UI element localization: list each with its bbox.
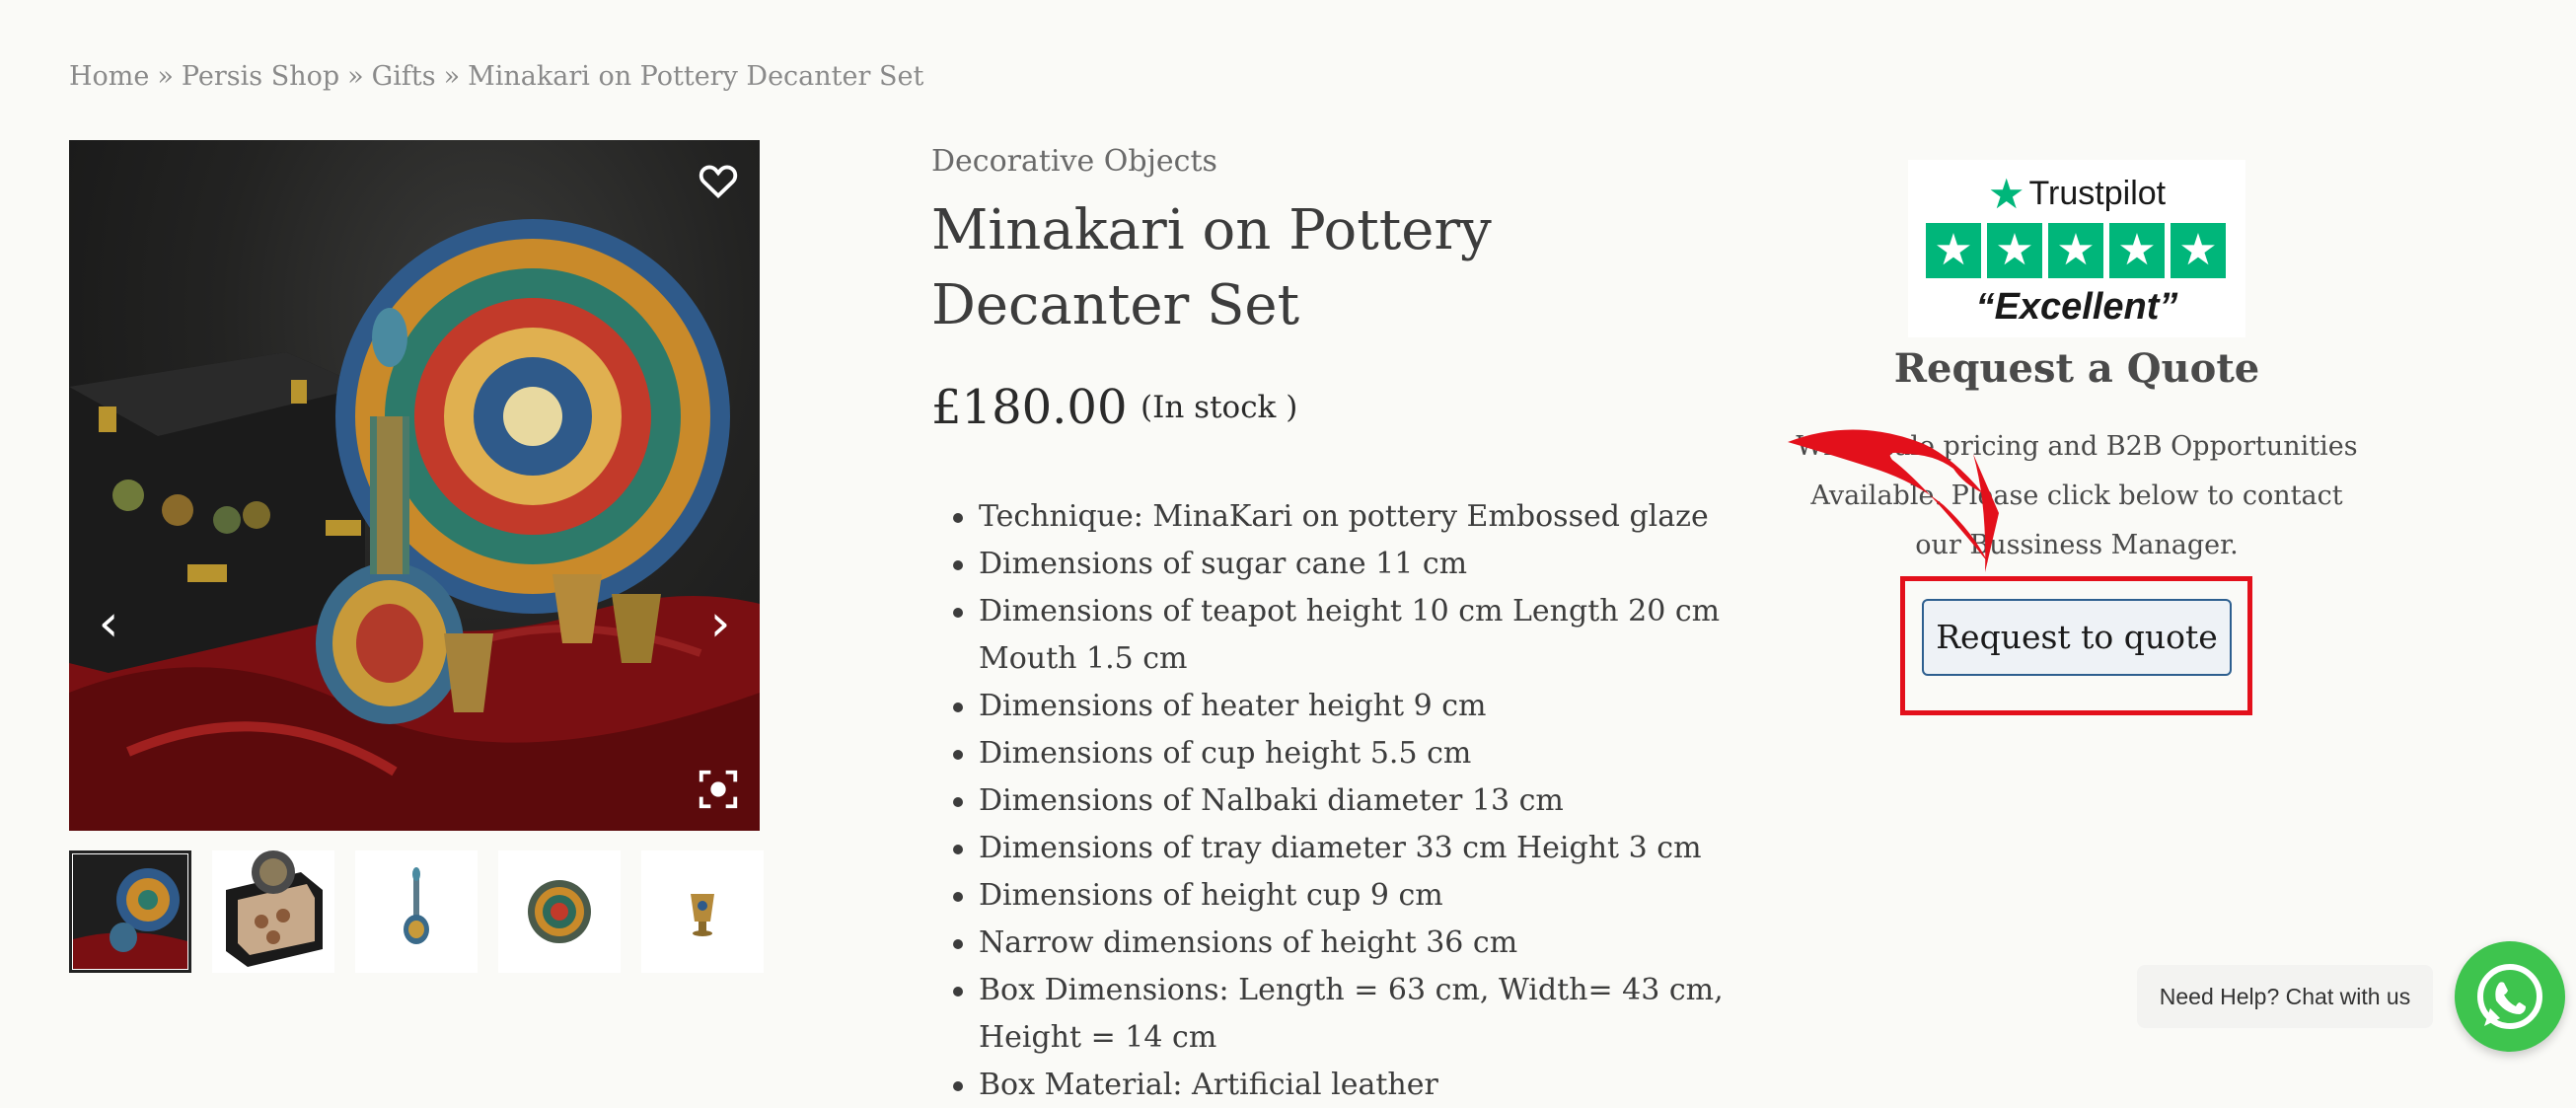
breadcrumb-current: Minakari on Pottery Decanter Set	[468, 61, 924, 92]
breadcrumb-separator: »	[157, 61, 174, 92]
star-icon: ★	[1926, 223, 1981, 278]
spec-item: Dimensions of Nalbaki diameter 13 cm	[953, 777, 1729, 825]
annotation-arrow	[1788, 429, 1999, 572]
thumbnail-1[interactable]	[69, 850, 191, 973]
chat-help-label[interactable]: Need Help? Chat with us	[2137, 965, 2433, 1028]
spec-item: Dimensions of height cup 9 cm	[953, 872, 1729, 920]
request-quote-button[interactable]: Request to quote	[1922, 599, 2232, 676]
trustpilot-logo: ★ Trustpilot	[1908, 170, 2245, 218]
spec-item: Dimensions of cup height 5.5 cm	[953, 730, 1729, 777]
trustpilot-brand: Trustpilot	[2028, 175, 2167, 212]
spec-item: Box Dimensions: Length = 63 cm, Width= 4…	[953, 967, 1729, 1062]
product-category[interactable]: Decorative Objects	[931, 144, 1217, 179]
product-price: £180.00	[931, 380, 1128, 435]
stock-status: (In stock )	[1141, 390, 1298, 425]
product-main-image[interactable]: ‹ ›	[69, 140, 760, 831]
heart-icon[interactable]	[696, 158, 741, 203]
spec-item: Dimensions of heater height 9 cm	[953, 683, 1729, 730]
breadcrumb-gifts[interactable]: Gifts	[372, 61, 436, 92]
thumbnail-4[interactable]	[498, 850, 621, 973]
product-specs-list: Technique: MinaKari on pottery Embossed …	[953, 493, 1729, 1108]
breadcrumb: Home» Persis Shop» Gifts» Minakari on Potte…	[69, 61, 923, 92]
spec-item: Technique: MinaKari on pottery Embossed …	[953, 493, 1729, 541]
thumbnail-5[interactable]	[641, 850, 764, 973]
product-photo	[69, 219, 760, 831]
breadcrumb-separator: »	[443, 61, 461, 92]
product-title: Minakari on Pottery Decanter Set	[931, 198, 1492, 337]
spec-item: Dimensions of sugar cane 11 cm	[953, 541, 1729, 588]
spec-item: Narrow dimensions of height 36 cm	[953, 920, 1729, 967]
breadcrumb-separator: »	[347, 61, 364, 92]
star-icon: ★	[1987, 223, 2042, 278]
breadcrumb-persis-shop[interactable]: Persis Shop	[182, 61, 339, 92]
star-icon: ★	[2048, 223, 2103, 278]
star-icon: ★	[2109, 223, 2165, 278]
trustpilot-star-icon: ★	[1987, 171, 2025, 217]
trustpilot-rating: “Excellent”	[1975, 286, 2178, 328]
star-icon: ★	[2171, 223, 2226, 278]
trustpilot-badge[interactable]: ★ Trustpilot ★ ★ ★ ★ ★ “Excellent”	[1908, 160, 2245, 337]
spec-item: Dimensions of tray diameter 33 cm Height…	[953, 825, 1729, 872]
thumbnail-2[interactable]	[212, 850, 334, 973]
thumbnail-3[interactable]	[355, 850, 478, 973]
breadcrumb-home[interactable]: Home	[69, 61, 149, 92]
chevron-right-icon[interactable]: ›	[700, 594, 740, 653]
fullscreen-icon[interactable]	[696, 767, 741, 812]
chevron-left-icon[interactable]: ‹	[89, 594, 128, 653]
quote-heading: Request a Quote	[1893, 345, 2260, 392]
spec-item: Dimensions of teapot height 10 cm Length…	[953, 588, 1729, 683]
whatsapp-icon[interactable]	[2455, 941, 2565, 1052]
spec-item: Box Material: Artificial leather	[953, 1062, 1729, 1108]
